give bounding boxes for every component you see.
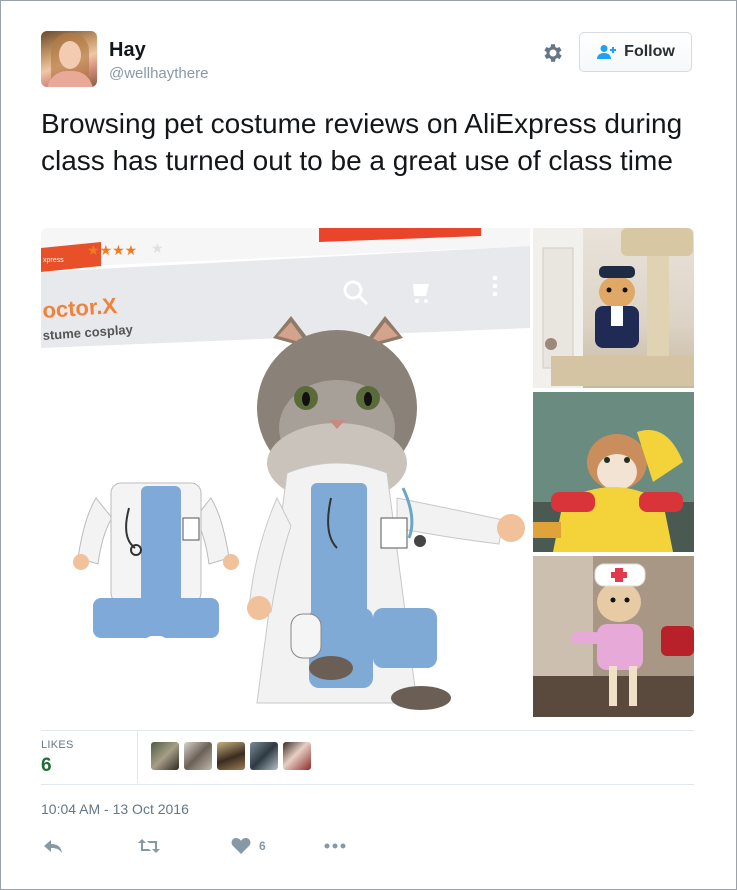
liker-avatars [151, 742, 311, 770]
liker-avatar[interactable] [250, 742, 278, 770]
reply-icon [44, 840, 62, 853]
liker-avatar[interactable] [151, 742, 179, 770]
user-handle[interactable]: @wellhaythere [109, 65, 208, 82]
tweet-text: Browsing pet costume reviews on AliExpre… [41, 108, 683, 176]
rating-stars: ★★★★ [87, 243, 137, 259]
media-photo-cat-raincoat[interactable] [533, 392, 694, 552]
media-photo-dog-captain[interactable] [533, 228, 694, 388]
follow-label: Follow [624, 43, 675, 60]
retweet-icon [138, 839, 160, 853]
media-photo-main[interactable]: xpress ★★★★ ★ octor.X stume cosplay [41, 228, 530, 717]
reply-button[interactable] [43, 837, 63, 855]
divider-bottom [41, 784, 694, 785]
avatar[interactable] [41, 31, 97, 87]
follow-button[interactable]: Follow [579, 32, 692, 72]
likes-label: LIKES [41, 739, 74, 751]
divider-top [41, 730, 694, 731]
heart-icon [231, 838, 251, 854]
like-button[interactable]: 6 [231, 837, 266, 855]
store-label: xpress [43, 257, 64, 264]
retweet-button[interactable] [137, 837, 161, 855]
gear-icon[interactable] [541, 41, 565, 65]
more-icon [324, 843, 346, 849]
liker-avatar[interactable] [184, 742, 212, 770]
media-photo-dog-nurse[interactable] [533, 556, 694, 717]
likes-count[interactable]: 6 [41, 755, 52, 777]
svg-text:★: ★ [151, 241, 164, 257]
like-count: 6 [259, 839, 266, 853]
tweet-timestamp[interactable]: 10:04 AM - 13 Oct 2016 [41, 801, 189, 817]
tweet-card: Hay @wellhaythere Follow Browsing pet co… [0, 0, 737, 890]
stats-separator [137, 731, 138, 783]
liker-avatar[interactable] [283, 742, 311, 770]
more-button[interactable] [323, 837, 347, 855]
liker-avatar[interactable] [217, 742, 245, 770]
brand-text: octor.X [42, 293, 118, 323]
user-name[interactable]: Hay [109, 39, 146, 62]
follow-person-icon [597, 45, 617, 59]
